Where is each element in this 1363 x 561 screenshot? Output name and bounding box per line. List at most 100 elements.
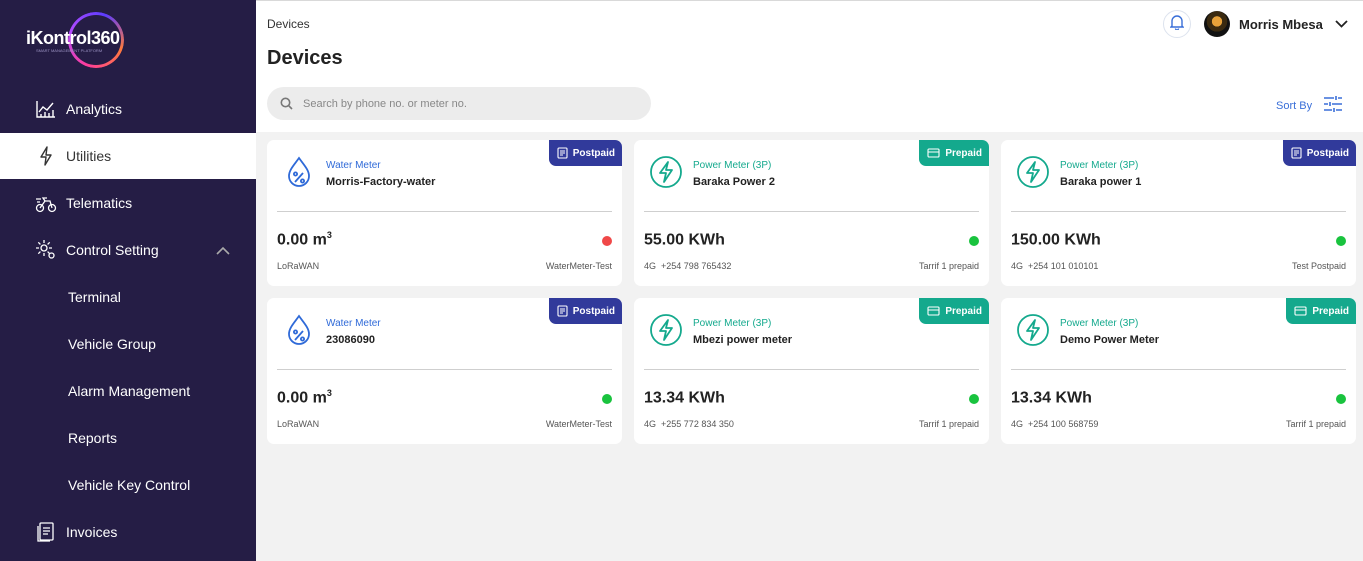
billing-label: Postpaid xyxy=(572,147,615,159)
divider xyxy=(644,369,979,370)
telematics-icon xyxy=(35,192,57,214)
status-indicator xyxy=(969,394,979,404)
device-card[interactable]: Postpaid Water Meter 23086090 0.00 m3 Lo… xyxy=(267,298,622,444)
billing-label: Prepaid xyxy=(945,305,982,317)
sidebar-item-label: Invoices xyxy=(66,524,118,540)
breadcrumb[interactable]: Devices xyxy=(267,17,310,31)
lightning-icon xyxy=(35,145,57,167)
divider xyxy=(277,369,612,370)
search-input[interactable] xyxy=(303,97,623,110)
sidebar-item-alarm-management[interactable]: Alarm Management xyxy=(0,368,256,414)
sidebar-item-label: Utilities xyxy=(66,148,112,164)
search-icon xyxy=(280,97,293,110)
device-card[interactable]: Prepaid Power Meter (3P) Mbezi power met… xyxy=(634,298,989,444)
water-drop-icon xyxy=(282,313,316,347)
page-header: Devices Devices Sort By Morris Mbesa xyxy=(256,0,1363,132)
divider xyxy=(1011,211,1346,212)
device-card[interactable]: Prepaid Power Meter (3P) Baraka Power 2 … xyxy=(634,140,989,286)
device-reading: 0.00 m3 xyxy=(277,388,332,407)
device-name: Mbezi power meter xyxy=(693,334,793,346)
status-indicator xyxy=(602,236,612,246)
billing-badge: Prepaid xyxy=(1286,298,1356,324)
status-indicator xyxy=(602,394,612,404)
sidebar-item-telematics[interactable]: Telematics xyxy=(0,180,256,226)
main-content: Devices Devices Sort By Morris Mbesa xyxy=(256,0,1363,561)
status-indicator xyxy=(969,236,979,246)
device-reading: 13.34 KWh xyxy=(644,389,725,407)
device-type: Power Meter (3P) xyxy=(693,160,772,171)
tariff-name: WaterMeter-Test xyxy=(545,419,612,429)
divider xyxy=(277,211,612,212)
user-name: Morris Mbesa xyxy=(1239,16,1323,32)
brand-tagline: SMART MANAGEMENT PLATFORM xyxy=(36,48,103,53)
sidebar-item-reports[interactable]: Reports xyxy=(0,415,256,461)
tariff-name: Tarrif 1 prepaid xyxy=(918,261,979,271)
sidebar-item-label: Alarm Management xyxy=(68,383,191,399)
sidebar-item-label: Terminal xyxy=(68,289,121,305)
device-name: Morris-Factory-water xyxy=(326,176,436,188)
billing-label: Postpaid xyxy=(1306,147,1349,159)
device-type: Power Meter (3P) xyxy=(1060,160,1139,171)
device-reading: 150.00 KWh xyxy=(1011,231,1101,249)
billing-badge: Postpaid xyxy=(548,298,622,324)
sort-by-button[interactable]: Sort By xyxy=(1276,95,1343,116)
device-reading: 13.34 KWh xyxy=(1011,389,1092,407)
device-type: Power Meter (3P) xyxy=(1060,318,1139,329)
user-menu[interactable]: Morris Mbesa xyxy=(1204,11,1348,37)
chevron-down-icon xyxy=(1335,15,1348,33)
device-reading: 0.00 m3 xyxy=(277,230,332,249)
divider xyxy=(1011,369,1346,370)
tariff-name: Tarrif 1 prepaid xyxy=(1285,419,1346,429)
sidebar-item-terminal[interactable]: Terminal xyxy=(0,274,256,320)
device-card[interactable]: Postpaid Power Meter (3P) Baraka power 1… xyxy=(1001,140,1356,286)
sidebar-item-label: Vehicle Key Control xyxy=(68,477,191,493)
sidebar-item-label: Control Setting xyxy=(66,242,159,258)
status-indicator xyxy=(1336,236,1346,246)
sidebar-item-label: Telematics xyxy=(66,195,133,211)
notifications-button[interactable] xyxy=(1163,10,1191,38)
network-type: LoRaWAN xyxy=(277,419,320,429)
device-card[interactable]: Postpaid Water Meter Morris-Factory-wate… xyxy=(267,140,622,286)
sidebar-item-utilities[interactable]: Utilities xyxy=(0,133,256,179)
credit-card-icon xyxy=(927,306,940,316)
brand-logo[interactable]: iKontrol360 SMART MANAGEMENT PLATFORM xyxy=(26,12,126,70)
page-title: Devices xyxy=(267,47,343,69)
billing-label: Prepaid xyxy=(945,147,982,159)
sidebar-item-label: Reports xyxy=(68,430,118,446)
receipt-icon xyxy=(1291,147,1302,159)
chevron-up-icon[interactable] xyxy=(216,242,230,258)
network-type: LoRaWAN xyxy=(277,261,320,271)
tariff-name: Tarrif 1 prepaid xyxy=(918,419,979,429)
power-bolt-icon xyxy=(649,155,683,189)
tariff-name: Test Postpaid xyxy=(1291,261,1346,271)
divider xyxy=(644,211,979,212)
sidebar-item-invoices[interactable]: Invoices xyxy=(0,509,256,555)
device-card[interactable]: Prepaid Power Meter (3P) Demo Power Mete… xyxy=(1001,298,1356,444)
analytics-icon xyxy=(35,98,57,120)
sidebar-item-vehicle-group[interactable]: Vehicle Group xyxy=(0,321,256,367)
bell-icon xyxy=(1169,14,1185,35)
device-name: Baraka power 1 xyxy=(1060,176,1142,188)
network-info: 4G +254 101 010101 xyxy=(1011,261,1099,271)
network-info: 4G +254 100 568759 xyxy=(1011,419,1099,429)
sidebar-item-label: Vehicle Group xyxy=(68,336,156,352)
billing-badge: Prepaid xyxy=(919,140,989,166)
billing-label: Postpaid xyxy=(572,305,615,317)
sidebar-item-label: Analytics xyxy=(66,101,123,117)
avatar xyxy=(1204,11,1230,37)
billing-badge: Prepaid xyxy=(919,298,989,324)
status-indicator xyxy=(1336,394,1346,404)
device-name: 23086090 xyxy=(326,334,375,346)
filter-sliders-icon xyxy=(1312,95,1343,116)
billing-label: Prepaid xyxy=(1312,305,1349,317)
tariff-name: WaterMeter-Test xyxy=(545,261,612,271)
search-bar[interactable] xyxy=(267,87,651,120)
receipt-icon xyxy=(557,305,568,317)
receipt-icon xyxy=(557,147,568,159)
sidebar-item-vehicle-key-control[interactable]: Vehicle Key Control xyxy=(0,462,256,508)
sidebar-item-analytics[interactable]: Analytics xyxy=(0,86,256,132)
water-drop-icon xyxy=(282,155,316,189)
device-reading: 55.00 KWh xyxy=(644,231,725,249)
power-bolt-icon xyxy=(649,313,683,347)
sidebar-item-control-setting[interactable]: Control Setting xyxy=(0,227,256,273)
